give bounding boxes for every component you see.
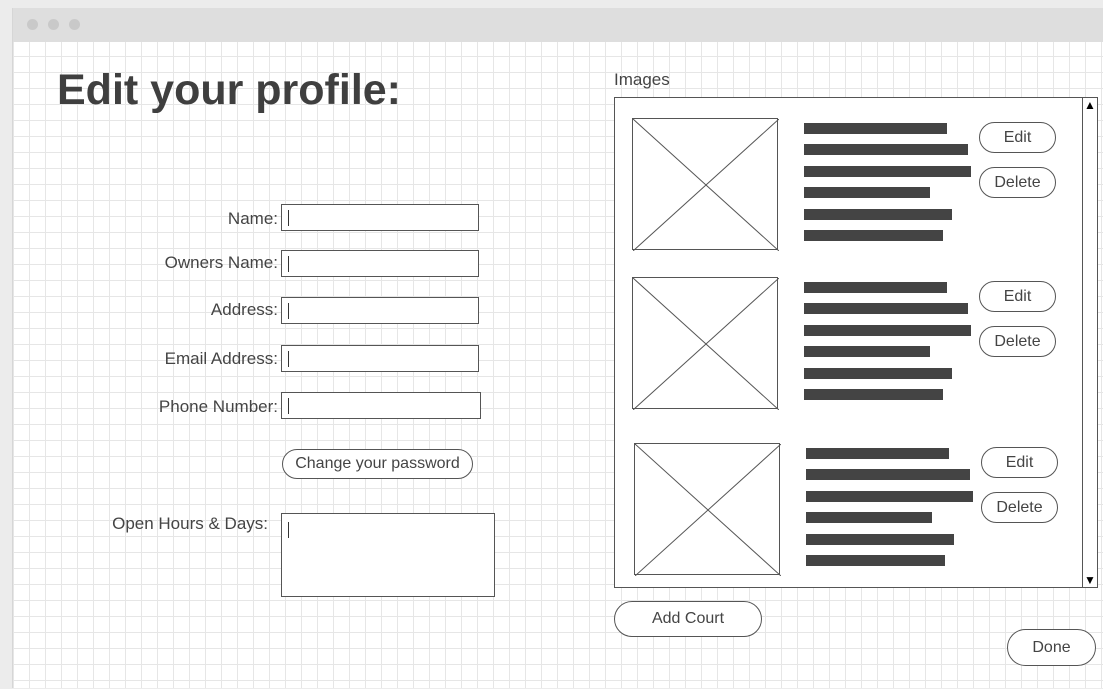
text-line-placeholder	[804, 346, 930, 357]
text-line-placeholder	[806, 491, 973, 502]
change-password-button[interactable]: Change your password	[282, 449, 473, 479]
open-hours-textarea[interactable]	[281, 513, 495, 597]
owners-name-label: Owners Name:	[164, 253, 278, 272]
name-label: Name:	[227, 209, 278, 228]
text-caret	[288, 303, 289, 319]
text-line-placeholder	[806, 555, 945, 566]
app-window: Edit your profile: Name: Owners Name: Ad…	[12, 8, 1103, 688]
text-caret	[288, 210, 289, 226]
text-line-placeholder	[804, 166, 971, 177]
text-line-placeholder	[804, 144, 968, 155]
owners-name-input[interactable]	[281, 250, 479, 277]
text-caret	[288, 351, 289, 367]
email-input[interactable]	[281, 345, 479, 372]
text-line-placeholder	[804, 187, 930, 198]
done-button[interactable]: Done	[1007, 629, 1096, 666]
scroll-down-arrow-icon[interactable]: ▼	[1084, 574, 1096, 586]
text-line-placeholder	[804, 325, 971, 336]
open-hours-label: Open Hours & Days:	[112, 514, 268, 533]
delete-image-button[interactable]: Delete	[981, 492, 1058, 523]
images-list-panel[interactable]: Edit Delete Edit Delete Edit Delete ▲ ▼	[614, 97, 1098, 588]
text-line-placeholder	[804, 389, 943, 400]
phone-input[interactable]	[281, 392, 481, 419]
image-placeholder-icon[interactable]	[634, 443, 781, 576]
text-line-placeholder	[806, 512, 932, 523]
window-minimize-dot[interactable]	[48, 19, 59, 30]
add-court-button[interactable]: Add Court	[614, 601, 762, 637]
page-title: Edit your profile:	[57, 66, 401, 114]
scroll-up-arrow-icon[interactable]: ▲	[1084, 99, 1096, 111]
text-line-placeholder	[806, 469, 970, 480]
text-line-placeholder	[804, 230, 943, 241]
phone-label: Phone Number:	[158, 397, 278, 416]
text-line-placeholder	[806, 534, 954, 545]
image-placeholder-icon[interactable]	[632, 118, 779, 251]
window-close-dot[interactable]	[27, 19, 38, 30]
text-caret	[288, 398, 289, 414]
email-label: Email Address:	[164, 349, 278, 368]
text-line-placeholder	[806, 448, 949, 459]
edit-image-button[interactable]: Edit	[981, 447, 1058, 478]
text-line-placeholder	[804, 282, 947, 293]
text-caret	[288, 256, 289, 272]
name-input[interactable]	[281, 204, 479, 231]
text-caret	[288, 522, 289, 538]
images-scrollbar[interactable]: ▲ ▼	[1082, 98, 1097, 587]
address-label: Address:	[210, 300, 278, 319]
edit-image-button[interactable]: Edit	[979, 122, 1056, 153]
image-list-item: Edit Delete	[615, 277, 1079, 417]
edit-image-button[interactable]: Edit	[979, 281, 1056, 312]
image-list-item: Edit Delete	[615, 443, 1079, 583]
text-line-placeholder	[804, 123, 947, 134]
address-input[interactable]	[281, 297, 479, 324]
image-list-item: Edit Delete	[615, 118, 1079, 258]
delete-image-button[interactable]: Delete	[979, 326, 1056, 357]
delete-image-button[interactable]: Delete	[979, 167, 1056, 198]
window-titlebar	[13, 8, 1103, 42]
text-line-placeholder	[804, 209, 952, 220]
image-placeholder-icon[interactable]	[632, 277, 779, 410]
text-line-placeholder	[804, 368, 952, 379]
text-line-placeholder	[804, 303, 968, 314]
window-maximize-dot[interactable]	[69, 19, 80, 30]
images-label: Images	[614, 70, 670, 89]
